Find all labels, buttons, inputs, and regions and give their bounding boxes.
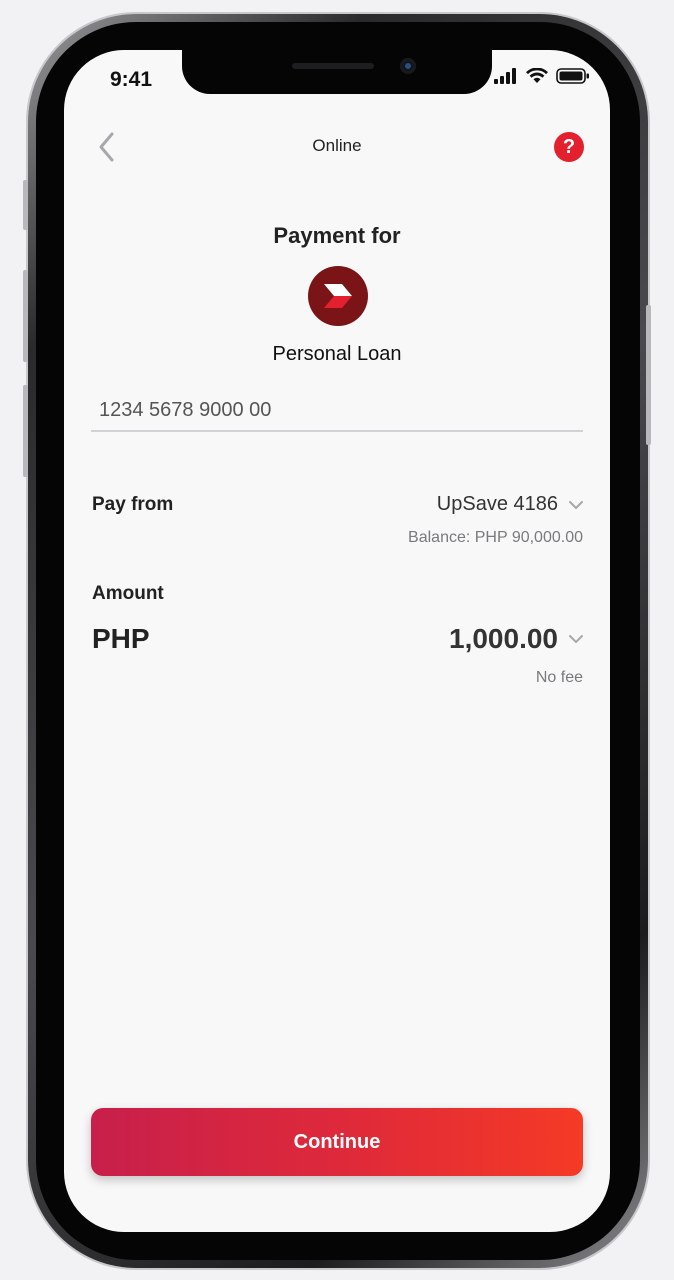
biller-name: Personal Loan (272, 343, 402, 365)
amount-value: 1,000.00 (449, 623, 558, 654)
biller-logo-icon (308, 266, 368, 326)
silent-switch (23, 180, 28, 230)
app-screen: 9:41 Online ? Payment for Personal Loan (64, 50, 610, 1232)
pay-from-label: Pay from (92, 494, 174, 515)
continue-button[interactable]: Continue (91, 1108, 583, 1176)
pay-from-balance: Balance: PHP 90,000.00 (408, 529, 583, 546)
amount-label: Amount (92, 583, 164, 604)
nav-title: Online (312, 136, 362, 155)
status-time: 9:41 (110, 68, 153, 91)
status-icons (494, 68, 590, 84)
help-button[interactable]: ? (554, 132, 584, 162)
payment-title: Payment for (273, 223, 401, 248)
amount-fee: No fee (535, 669, 583, 686)
front-camera (400, 58, 416, 74)
signal-icon (494, 68, 516, 84)
notch (182, 50, 492, 94)
wifi-icon (526, 68, 548, 83)
account-number-input[interactable] (91, 390, 583, 432)
amount-dropdown[interactable]: 1,000.00 (449, 623, 584, 655)
battery-icon (556, 68, 589, 84)
volume-down-button (23, 385, 28, 477)
pay-from-account: UpSave 4186 (436, 493, 558, 515)
power-button (646, 305, 651, 445)
amount-currency: PHP (92, 623, 150, 654)
chevron-down-icon (569, 635, 583, 643)
speaker (292, 63, 374, 69)
chevron-down-icon (569, 500, 583, 509)
volume-up-button (23, 270, 28, 362)
pay-from-dropdown[interactable]: UpSave 4186 (437, 493, 584, 516)
